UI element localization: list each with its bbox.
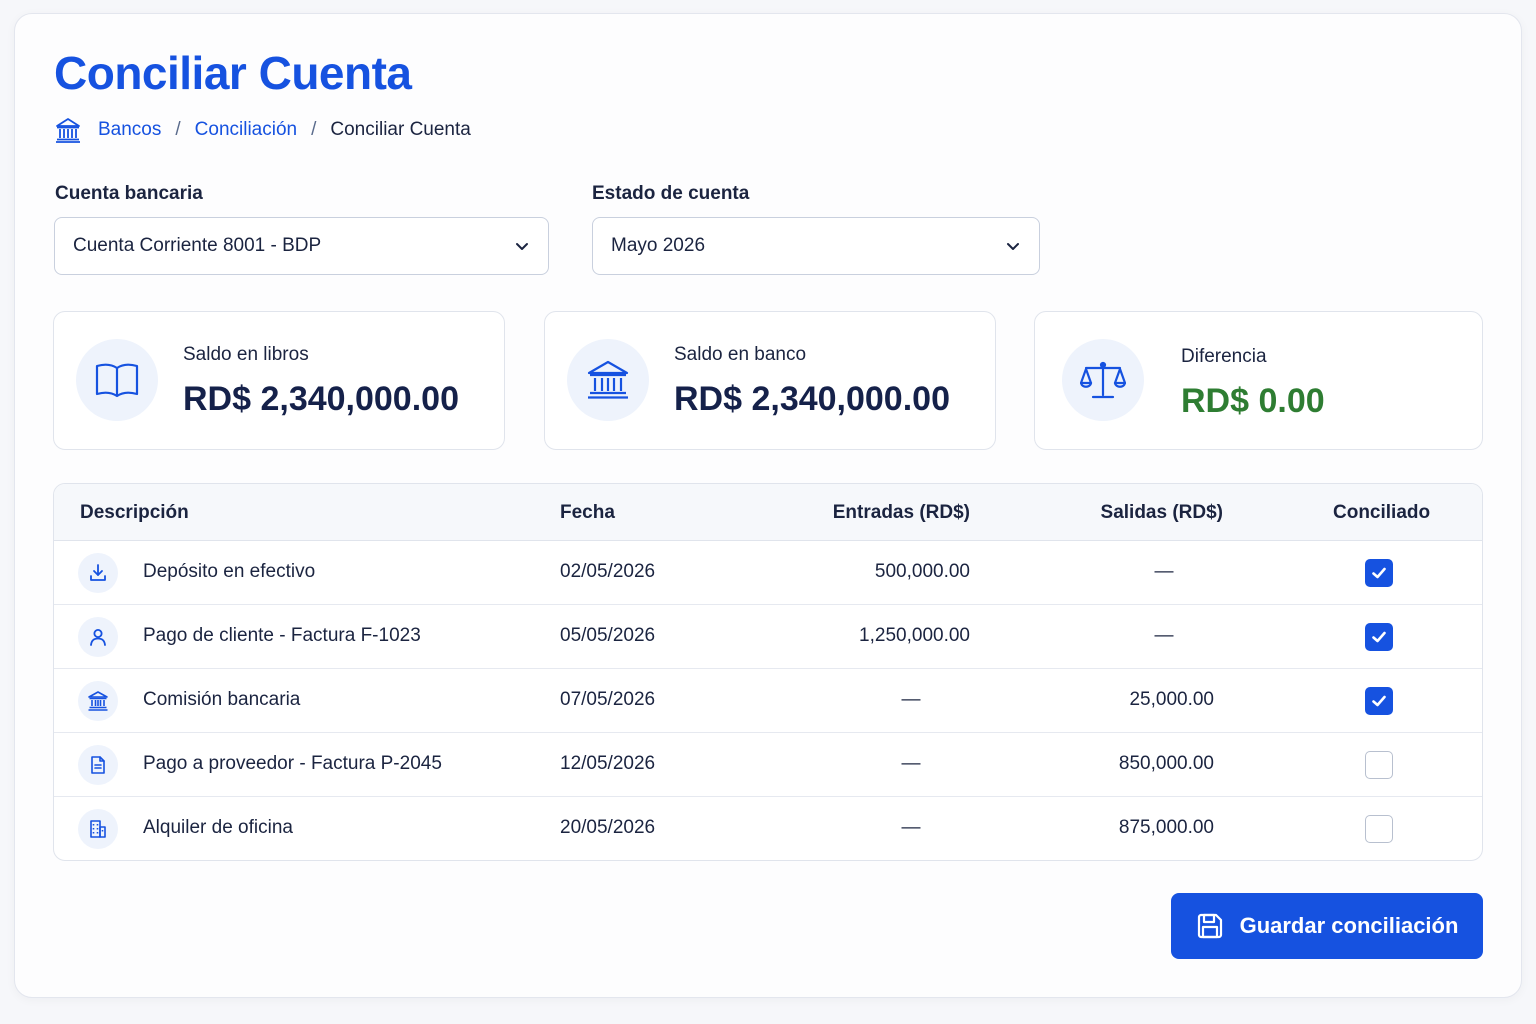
difference-label: Diferencia (1181, 346, 1267, 367)
column-header-reconciled: Conciliado (1333, 502, 1431, 523)
bank-balance-card: Saldo en banco RD$ 2,340,000.00 (544, 311, 996, 450)
row-inflow: — (901, 689, 921, 710)
table-row: Pago de cliente - Factura F-1023 05/05/2… (54, 605, 1482, 669)
reconciled-checkbox[interactable] (1365, 559, 1393, 587)
breadcrumb-separator: / (311, 119, 317, 140)
breadcrumb-link-bancos[interactable]: Bancos (98, 119, 161, 141)
reconciled-checkbox[interactable] (1365, 751, 1393, 779)
row-date: 20/05/2026 (560, 817, 656, 838)
book-balance-label: Saldo en libros (183, 344, 309, 365)
table-row: Alquiler de oficina 20/05/2026 — 875,000… (54, 797, 1482, 860)
table-header: Descripción Fecha Entradas (RD$) Salidas… (54, 484, 1482, 541)
account-label: Cuenta bancaria (55, 183, 203, 204)
row-date: 07/05/2026 (560, 689, 656, 710)
bank-icon (567, 339, 649, 421)
row-description: Comisión bancaria (143, 689, 301, 710)
download-icon (78, 553, 118, 593)
chevron-down-icon (1005, 238, 1021, 254)
table-row: Comisión bancaria 07/05/2026 — 25,000.00 (54, 669, 1482, 733)
save-button-label: Guardar conciliación (1239, 913, 1459, 938)
row-date: 12/05/2026 (560, 753, 656, 774)
statement-select-value: Mayo 2026 (611, 235, 706, 256)
row-date: 05/05/2026 (560, 625, 656, 646)
row-outflow: — (1154, 561, 1174, 582)
row-date: 02/05/2026 (560, 561, 656, 582)
document-icon (78, 745, 118, 785)
difference-value: RD$ 0.00 (1181, 382, 1325, 420)
row-inflow: 500,000.00 (874, 561, 970, 582)
page-title: Conciliar Cuenta (54, 47, 412, 99)
column-header-date: Fecha (560, 502, 615, 523)
save-icon (1196, 912, 1224, 940)
chevron-down-icon (514, 238, 530, 254)
row-description: Pago a proveedor - Factura P-2045 (143, 753, 442, 774)
book-icon (76, 339, 158, 421)
breadcrumb: Bancos / Conciliación / Conciliar Cuenta (54, 116, 471, 144)
breadcrumb-current: Conciliar Cuenta (330, 119, 471, 140)
account-select[interactable]: Cuenta Corriente 8001 - BDP (54, 217, 549, 275)
reconciled-checkbox[interactable] (1365, 815, 1393, 843)
table-row: Depósito en efectivo 02/05/2026 500,000.… (54, 541, 1482, 605)
reconciled-checkbox[interactable] (1365, 623, 1393, 651)
checkmark-icon (1372, 631, 1386, 643)
row-outflow: 25,000.00 (1129, 689, 1214, 710)
column-header-inflows: Entradas (RD$) (832, 502, 970, 523)
row-description: Alquiler de oficina (143, 817, 293, 838)
scale-icon (1062, 339, 1144, 421)
breadcrumb-separator: / (175, 119, 181, 140)
difference-card: Diferencia RD$ 0.00 (1034, 311, 1483, 450)
statement-select[interactable]: Mayo 2026 (592, 217, 1040, 275)
checkmark-icon (1372, 567, 1386, 579)
book-balance-card: Saldo en libros RD$ 2,340,000.00 (53, 311, 505, 450)
bank-icon (54, 116, 82, 144)
reconcile-card: Conciliar Cuenta Bancos / Conciliación /… (14, 13, 1522, 998)
user-icon (78, 617, 118, 657)
transactions-table: Descripción Fecha Entradas (RD$) Salidas… (53, 483, 1483, 861)
column-header-description: Descripción (80, 502, 189, 523)
row-description: Pago de cliente - Factura F-1023 (143, 625, 421, 646)
breadcrumb-link-conciliacion[interactable]: Conciliación (195, 119, 297, 141)
building-icon (78, 809, 118, 849)
bank-icon (78, 681, 118, 721)
row-outflow: 850,000.00 (1118, 753, 1214, 774)
table-row: Pago a proveedor - Factura P-2045 12/05/… (54, 733, 1482, 797)
account-select-value: Cuenta Corriente 8001 - BDP (73, 235, 322, 256)
book-balance-value: RD$ 2,340,000.00 (183, 380, 459, 418)
row-description: Depósito en efectivo (143, 561, 316, 582)
row-inflow: — (901, 753, 921, 774)
bank-balance-value: RD$ 2,340,000.00 (674, 380, 950, 418)
row-outflow: 875,000.00 (1118, 817, 1214, 838)
row-outflow: — (1154, 625, 1174, 646)
save-reconciliation-button[interactable]: Guardar conciliación (1171, 893, 1483, 959)
reconciled-checkbox[interactable] (1365, 687, 1393, 715)
column-header-outflows: Salidas (RD$) (1100, 502, 1223, 523)
bank-balance-label: Saldo en banco (674, 344, 807, 365)
statement-label: Estado de cuenta (592, 183, 750, 204)
row-inflow: 1,250,000.00 (859, 625, 970, 646)
row-inflow: — (901, 817, 921, 838)
checkmark-icon (1372, 695, 1386, 707)
